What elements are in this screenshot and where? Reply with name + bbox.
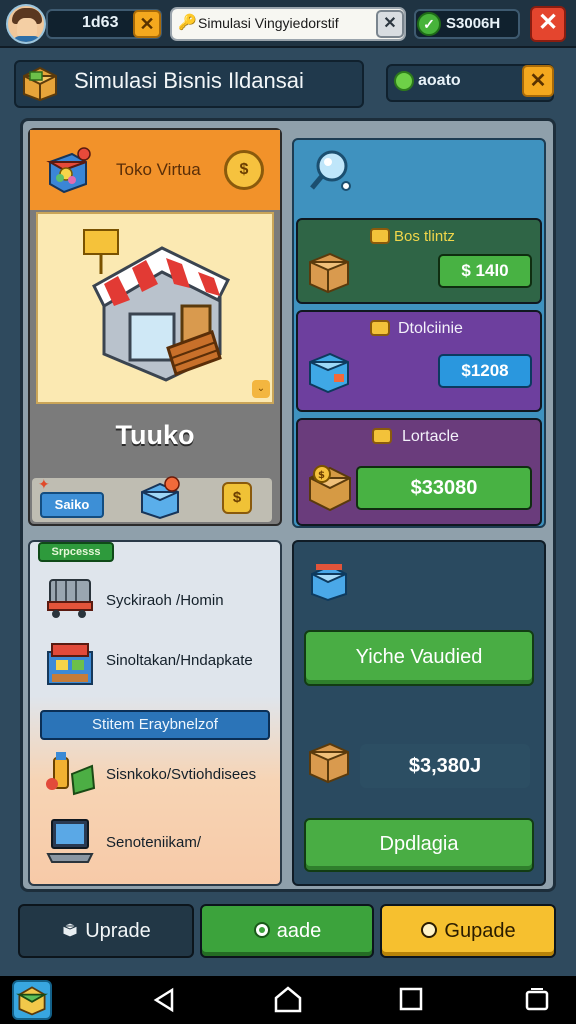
- nav-menu-icon[interactable]: [524, 986, 550, 1012]
- tools-icon: [46, 752, 96, 796]
- trade-button[interactable]: aade: [200, 904, 374, 958]
- store-card-title: Toko Virtua: [116, 160, 201, 179]
- list-item-label[interactable]: Syckiraoh /Homin: [106, 592, 224, 609]
- svg-text:$: $: [318, 470, 325, 481]
- coins-value: S3006H: [446, 15, 501, 32]
- tag-icon: [370, 320, 390, 336]
- gift-box-icon: [46, 147, 91, 194]
- cube-icon: [62, 922, 78, 938]
- box-icon[interactable]: [138, 476, 182, 520]
- nav-home-icon[interactable]: [272, 984, 304, 1014]
- list-item-label[interactable]: Senoteniikam/: [106, 834, 201, 851]
- primary-action-button[interactable]: Yiche Vaudied: [304, 630, 534, 686]
- magnifier-icon: [310, 150, 351, 191]
- list-badge: Srpcesss: [38, 542, 114, 562]
- search-input-value[interactable]: Simulasi Vingyiedorstif: [198, 15, 370, 31]
- nav-back-icon[interactable]: [150, 986, 178, 1014]
- box-icon: [311, 564, 347, 602]
- page-title: Simulasi Bisnis Ildansai: [74, 68, 304, 93]
- box-icon: [309, 352, 349, 394]
- list-item-label[interactable]: Sisnkoko/Svtiohdisees: [106, 766, 256, 783]
- crate-icon: $: [309, 465, 351, 512]
- filter-label: aoato: [418, 72, 461, 89]
- store-footer-button[interactable]: Saiko: [40, 492, 104, 518]
- premium-upgrade-button[interactable]: Gupade: [380, 904, 556, 958]
- level-value: 1d63: [82, 14, 119, 31]
- box-icon: [309, 252, 349, 294]
- buy-button[interactable]: $ 14l0: [438, 254, 532, 288]
- store-name: Tuuko: [115, 420, 195, 450]
- key-icon: 🔑: [178, 14, 197, 31]
- tag-icon: [372, 428, 392, 444]
- tag-icon: [370, 228, 390, 244]
- cart-icon: [23, 66, 57, 102]
- premium-upgrade-button-label: Gupade: [444, 920, 516, 942]
- cart-icon: [47, 579, 93, 618]
- offer-label: Lortacle: [402, 428, 459, 445]
- offer-label: Bos tlintz: [394, 228, 455, 245]
- expand-icon[interactable]: ⌄: [252, 380, 270, 398]
- buy-button[interactable]: $1208: [438, 354, 532, 388]
- shop-icon: [47, 643, 93, 685]
- filter-close-button[interactable]: ✕: [522, 65, 554, 97]
- secondary-action-button[interactable]: Dpdlagia: [304, 818, 534, 872]
- list-section-banner[interactable]: Stitem Eraybnelzof: [40, 710, 270, 740]
- level-close-button[interactable]: ✕: [133, 10, 161, 38]
- filter-icon: [394, 71, 414, 91]
- app-icon[interactable]: [12, 980, 52, 1020]
- computer-icon: [46, 819, 94, 863]
- offer-label: Dtolciinie: [398, 320, 463, 337]
- coin-icon: $: [222, 482, 252, 514]
- store-icon: [83, 229, 231, 382]
- list-item-label[interactable]: Sinoltakan/Hndapkate: [106, 652, 253, 669]
- search-clear-button[interactable]: ✕: [376, 10, 404, 38]
- coin-icon: [253, 922, 270, 938]
- trade-button-label: aade: [276, 920, 322, 942]
- actions-price: $3,380J: [360, 744, 530, 788]
- check-icon: ✓: [417, 12, 441, 36]
- buy-button[interactable]: $33080: [356, 466, 532, 510]
- upgrade-button-label: Uprade: [85, 920, 151, 942]
- crate-icon: [309, 742, 349, 784]
- player-avatar[interactable]: [6, 4, 46, 44]
- coin-icon: $: [224, 150, 264, 190]
- upgrade-button[interactable]: Uprade: [18, 904, 194, 958]
- coin-icon: [421, 922, 438, 938]
- close-button[interactable]: ✕: [530, 6, 566, 42]
- nav-recent-icon[interactable]: [398, 986, 424, 1012]
